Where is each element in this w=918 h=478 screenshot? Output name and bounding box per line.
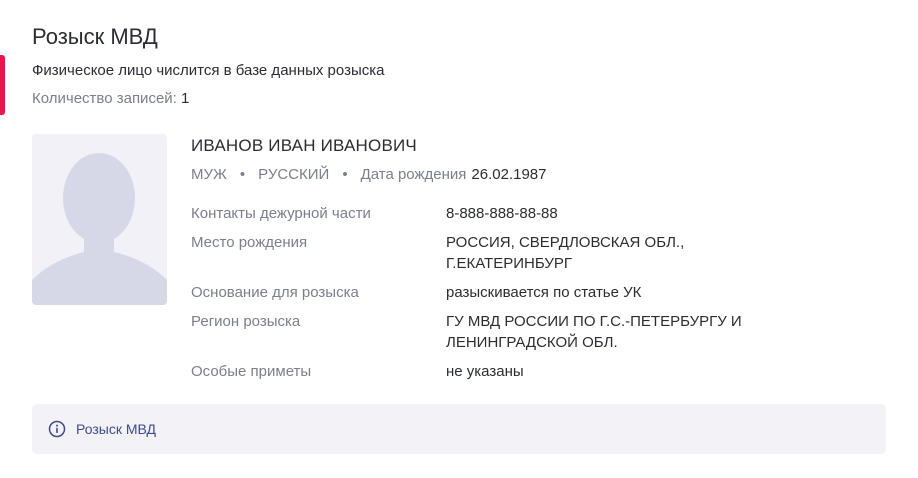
detail-row-features: Особые приметы не указаны	[191, 361, 811, 382]
records-count-value: 1	[181, 90, 190, 107]
detail-row-reason: Основание для розыска разыскивается по с…	[191, 282, 811, 303]
nationality: РУССКИЙ	[258, 166, 330, 183]
section-title: Розыск МВД	[32, 24, 158, 49]
dob-value: 26.02.1987	[471, 166, 547, 183]
info-icon	[48, 420, 66, 438]
detail-label: Место рождения	[191, 234, 308, 251]
gender: МУЖ	[191, 166, 227, 183]
dob-label: Дата рождения	[360, 166, 467, 183]
separator-dot: •	[342, 166, 348, 183]
detail-row-birthplace: Место рождения РОССИЯ, СВЕРДЛОВСКАЯ ОБЛ.…	[191, 232, 811, 274]
person-meta: МУЖ • РУССКИЙ • Дата рождения 26.02.1987	[191, 166, 546, 183]
person-silhouette-icon	[32, 153, 167, 305]
person-photo-placeholder	[32, 134, 167, 305]
detail-value: 8-888-888-88-88	[446, 205, 558, 222]
detail-label: Особые приметы	[191, 363, 312, 380]
separator-dot: •	[239, 166, 246, 183]
detail-value: РОССИЯ, СВЕРДЛОВСКАЯ ОБЛ., Г.ЕКАТЕРИНБУР…	[446, 234, 685, 272]
detail-label: Регион розыска	[191, 313, 301, 330]
records-count: Количество записей: 1	[32, 90, 189, 107]
accent-bar	[0, 55, 5, 115]
detail-label: Контакты дежурной части	[191, 205, 371, 222]
detail-value: ГУ МВД РОССИИ ПО Г.С.-ПЕТЕРБУРГУ И ЛЕНИН…	[446, 313, 742, 351]
section-subtitle: Физическое лицо числится в базе данных р…	[32, 62, 385, 79]
records-count-label: Количество записей:	[32, 90, 177, 107]
detail-row-contacts: Контакты дежурной части 8-888-888-88-88	[191, 203, 811, 224]
source-link[interactable]: Розыск МВД	[76, 421, 156, 437]
detail-label: Основание для розыска	[191, 284, 359, 301]
details-list: Контакты дежурной части 8-888-888-88-88 …	[191, 203, 811, 390]
detail-row-region: Регион розыска ГУ МВД РОССИИ ПО Г.С.-ПЕТ…	[191, 311, 811, 353]
detail-value: не указаны	[446, 363, 524, 380]
source-info-box: Розыск МВД	[32, 404, 886, 454]
detail-value: разыскивается по статье УК	[446, 284, 642, 301]
person-name: ИВАНОВ ИВАН ИВАНОВИЧ	[191, 136, 417, 155]
